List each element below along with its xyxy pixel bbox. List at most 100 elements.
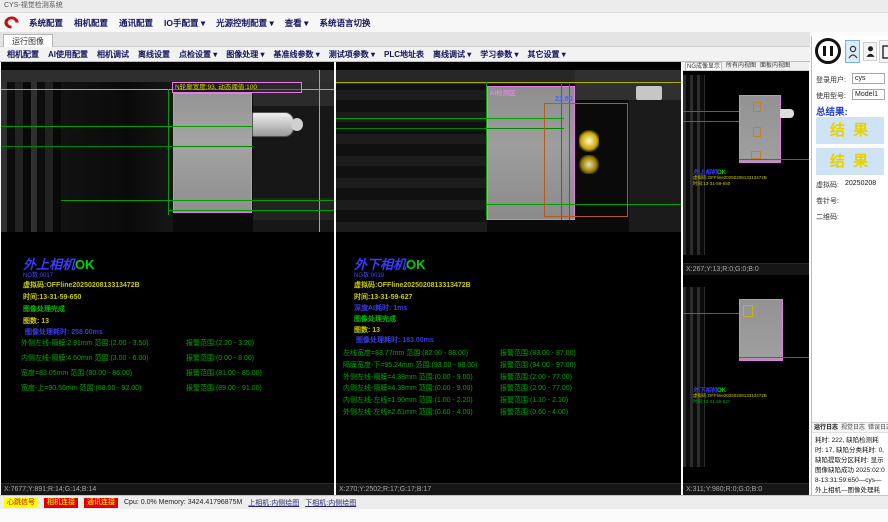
tool-spot-check[interactable]: 点检设置 ▾ [179,49,217,60]
machinery-block [61,82,173,232]
user-dark-icon [866,45,875,58]
menu-camera-config[interactable]: 相机配置 [74,17,108,29]
green-measure-line [739,357,809,358]
login-user-label: 登录用户: [816,75,846,85]
green-measure-line [61,200,334,201]
needle-number-label: 卷针号: [816,196,839,206]
virtual-code-value: 20250208 [845,180,876,187]
measure-row: 内侧左线-隔膜=4.38mm 范围:(0.00 - 9.00) 报警范围:(2.… [343,383,673,394]
menu-system-config[interactable]: 系统配置 [29,17,63,29]
alarm-range: 报警范围:(2.00 - 77.00) [500,372,572,382]
pause-button[interactable] [815,38,841,64]
alarm-range: 报警范围:(0.60 - 4.00) [500,407,568,417]
tool-other-settings[interactable]: 其它设置 ▾ [528,49,566,60]
tab-run-log[interactable]: 运行日志 [814,423,838,432]
green-measure-line [683,111,739,112]
tab-error-log[interactable]: 错误日志 [868,423,888,432]
ai-time: 深度AI耗时: 1ms [354,303,407,313]
pixel-readout: X:7677;Y:891;R:14;G:14;B:14 [1,483,334,495]
measure-row: 外侧左线-隔膜=4.38mm 范围:(0.00 - 9.00) 报警范围:(2.… [343,372,673,383]
login-user-value[interactable]: cys [852,73,885,84]
tool-learn-params[interactable]: 学习参数 ▾ [480,49,518,60]
tool-baseline-params[interactable]: 基准线参数 ▾ [274,49,320,60]
tab-panel-views[interactable]: 面板内视图 [760,62,790,70]
tool-camera-debug[interactable]: 相机调试 [97,49,129,60]
qr-code-label: 二维码: [816,212,839,222]
machinery-block [629,100,681,232]
total-result-label: 总结果: [816,104,848,118]
product-region [173,93,252,213]
result-badge-2: 结 果 [816,148,884,175]
menu-comm-config[interactable]: 通讯配置 [119,17,153,29]
tool-offline-settings[interactable]: 离线设置 [138,49,170,60]
menu-io-config[interactable]: IO手配置 ▾ [164,17,205,29]
pixel-readout: X:311;Y:980;R:0;G:0;B:0 [683,483,809,495]
machinery-stripes [336,84,487,232]
model-value[interactable]: Model1 [852,89,885,100]
green-measure-line [336,118,564,119]
measure-row: 左线宽度=83.77mm 范围:(82.00 - 88.00) 报警范围:(83… [343,348,673,359]
measure-value: 宽度-上=90.56mm 范围:(88.00 - 92.00) [21,383,141,393]
tab-vision-log[interactable]: 视觉日志 [841,423,865,432]
user-manage-button[interactable] [863,42,877,61]
user-icon [848,45,858,59]
measure-row: 隔膜宽度-下=95.24mm 范围:(93.00 - 98.00) 报警范围:(… [343,360,673,371]
process-time: 图像处理耗时: 183.00ms [356,335,434,345]
measure-value: 外侧左线-隔膜:2.91mm 范围:(2.00 - 3.50) [21,338,149,348]
middle-camera-image[interactable]: AI检测区 23.80 [336,70,681,232]
left-camera-view: N轮廓宽度:93, 动态阈值:100 外上相机OK NG数:0017 虚拟码:O… [1,62,334,495]
tool-image-processing[interactable]: 图像处理 ▾ [226,49,264,60]
control-buttons [812,36,888,68]
tool-plc-address[interactable]: PLC地址表 [384,49,424,60]
bright-spot [579,130,599,152]
exit-button[interactable] [879,40,888,63]
left-camera-image[interactable]: N轮廓宽度:93, 动态阈值:100 [1,70,334,232]
green-measure-line [486,82,487,220]
pause-icon [823,46,826,56]
user-login-button[interactable] [845,40,860,63]
thumbnail-camera-1[interactable]: 外上相机OK 虚拟码:OFFline2025020813313472B 时间:1… [683,71,809,263]
thumbnail-column: NG成像显示 所有内视图 面板内视图 外上相机OK 虚拟码:OFFline202… [683,62,809,495]
tool-test-params[interactable]: 测试项参数 ▾ [329,49,375,60]
machinery-part [636,86,662,100]
tool-camera-config[interactable]: 相机配置 [7,49,39,60]
green-measure-line [336,128,564,129]
tab-all-views[interactable]: 所有内视图 [726,62,756,70]
camera-connection-indicator: 相机连接 [44,498,78,508]
view-tab-bar: 运行图像 [0,32,810,47]
control-panel: 登录用户: cys 使用型号: Model1 总结果: 结 果 结 果 虚拟码:… [811,36,888,495]
tab-run-image[interactable]: 运行图像 [3,34,53,47]
menu-language-switch[interactable]: 系统语言切换 [319,17,370,29]
menu-light-config[interactable]: 光源控制配置 ▾ [216,17,274,29]
timestamp: 时间:13-31-59-650 [693,181,730,187]
roi-box [753,102,761,112]
result-badge-1: 结 果 [816,117,884,144]
heartbeat-indicator: 心跳信号 [4,498,38,508]
window-title: CYS-视觉检测系统 [4,2,63,9]
tool-offline-debug[interactable]: 离线调试 ▾ [433,49,471,60]
window-titlebar: CYS-视觉检测系统 [0,0,888,13]
upper-camera-draw-link[interactable]: 上相机:内侧绘图 [248,498,299,508]
model-label: 使用型号: [816,91,846,101]
menu-view[interactable]: 查看 ▾ [285,17,309,29]
green-measure-line [1,126,253,127]
yellow-reference-line [319,70,320,232]
status-bar: 心跳信号 相机连接 通讯连接 Cpu: 0.0% Memory: 3424.41… [0,495,888,509]
thumbnail-tab-bar: NG成像显示 所有内视图 面板内视图 [683,62,809,71]
timestamp: 时间:13-31-59-627 [354,292,412,302]
measure-readout: 23.80 [555,96,573,103]
green-measure-line [739,159,809,160]
tab-ng-display[interactable]: NG成像显示 [685,62,722,70]
alarm-range: 报警范围:(0.00 - 8.00) [186,353,254,363]
middle-camera-view: AI检测区 23.80 外下相机OK NG数:0019 虚拟码:OFFline2… [336,62,681,495]
thumbnail-camera-2[interactable]: 外下相机OK 虚拟码:OFFline2025020813313472B 时间:1… [683,277,809,483]
machinery-block [253,198,334,220]
alarm-range: 报警范围:(89.00 - 91.00) [186,383,262,393]
ng-count: NG数:0017 [23,270,53,279]
window-bottom-margin [0,509,888,522]
tool-ai-config[interactable]: AI使用配置 [48,49,88,60]
lower-camera-draw-link[interactable]: 下相机:内侧绘图 [305,498,356,508]
alarm-range: 报警范围:(81.00 - 85.00) [186,368,262,378]
measure-row: 内侧左线-隔膜:4.60mm 范围:(3.00 - 6.00) 报警范围:(0.… [21,353,321,365]
app-logo-icon [1,14,21,31]
